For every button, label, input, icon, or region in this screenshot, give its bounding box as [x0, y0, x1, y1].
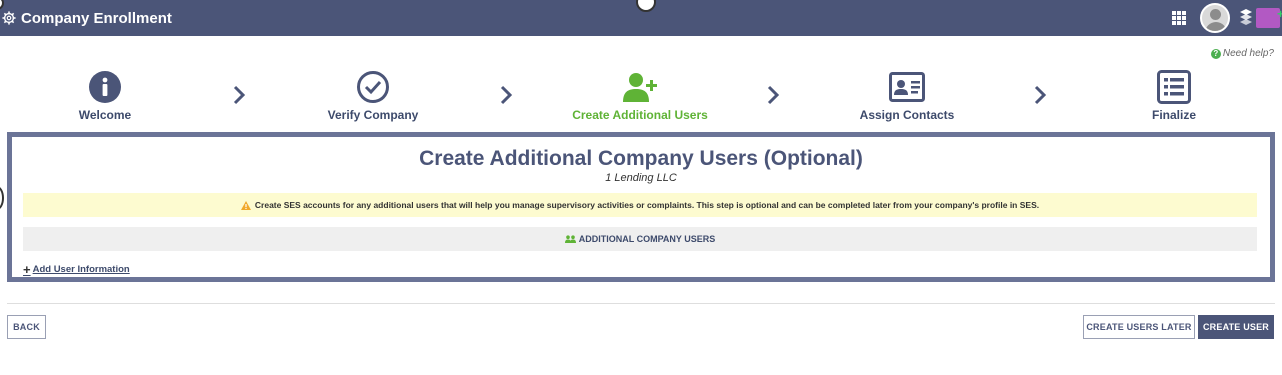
step-finalize[interactable]: Finalize — [1094, 70, 1254, 122]
company-name: 1 Lending LLC — [605, 172, 677, 184]
create-user-button[interactable]: CREATE USER — [1198, 315, 1274, 339]
overlay-marker — [0, 186, 4, 210]
info-banner: Create SES accounts for any additional u… — [23, 193, 1257, 217]
progress-steps: Welcome Verify Company Create Additional… — [0, 70, 1282, 126]
step-label: Create Additional Users — [572, 108, 708, 122]
add-user-link[interactable]: + Add User Information — [23, 262, 130, 277]
step-label: Finalize — [1151, 108, 1196, 122]
step-verify-company[interactable]: Verify Company — [293, 70, 453, 122]
warning-icon — [240, 200, 251, 210]
users-icon — [564, 235, 576, 243]
step-label: Verify Company — [327, 108, 419, 122]
chevron-right-icon — [767, 85, 780, 105]
info-banner-text: Create SES accounts for any additional u… — [254, 200, 1040, 210]
chevron-right-icon — [1034, 85, 1047, 105]
step-label: Assign Contacts — [859, 108, 955, 122]
divider — [7, 303, 1275, 304]
add-user-label: Add User Information — [32, 264, 130, 275]
step-assign-contacts[interactable]: Assign Contacts — [827, 70, 987, 122]
step-create-users[interactable]: Create Additional Users — [560, 70, 720, 122]
plus-icon: + — [23, 262, 31, 277]
user-avatar[interactable] — [1200, 3, 1230, 33]
info-icon — [89, 71, 121, 103]
gear-icon — [2, 11, 16, 25]
section-header: ADDITIONAL COMPANY USERS — [23, 227, 1257, 251]
step-welcome[interactable]: Welcome — [25, 70, 185, 122]
apps-grid-icon[interactable] — [1172, 11, 1186, 25]
create-users-card: Create Additional Company Users (Optiona… — [7, 132, 1275, 282]
back-button[interactable]: BACK — [7, 315, 46, 339]
page-title: Create Additional Company Users (Optiona… — [419, 147, 863, 170]
help-icon: ? — [1210, 48, 1221, 59]
need-help-link[interactable]: ? Need help? — [1210, 48, 1274, 59]
section-header-label: ADDITIONAL COMPANY USERS — [578, 234, 716, 244]
header-actions: + — [1172, 0, 1282, 36]
app-title: Company Enrollment — [0, 10, 172, 27]
check-circle-icon — [357, 71, 389, 103]
create-users-later-button[interactable]: CREATE USERS LATER — [1083, 315, 1195, 339]
brand-logo: + — [1238, 5, 1282, 31]
step-label: Welcome — [78, 108, 132, 122]
need-help-label: Need help? — [1222, 48, 1274, 59]
chevron-right-icon — [500, 85, 513, 105]
add-user-icon — [623, 73, 657, 102]
chevron-right-icon — [233, 85, 246, 105]
contact-card-icon — [889, 72, 925, 102]
stack-logo-icon — [1240, 9, 1252, 25]
app-title-text: Company Enrollment — [21, 9, 172, 27]
plus-icon: + — [1276, 7, 1282, 21]
list-icon — [1157, 70, 1191, 104]
